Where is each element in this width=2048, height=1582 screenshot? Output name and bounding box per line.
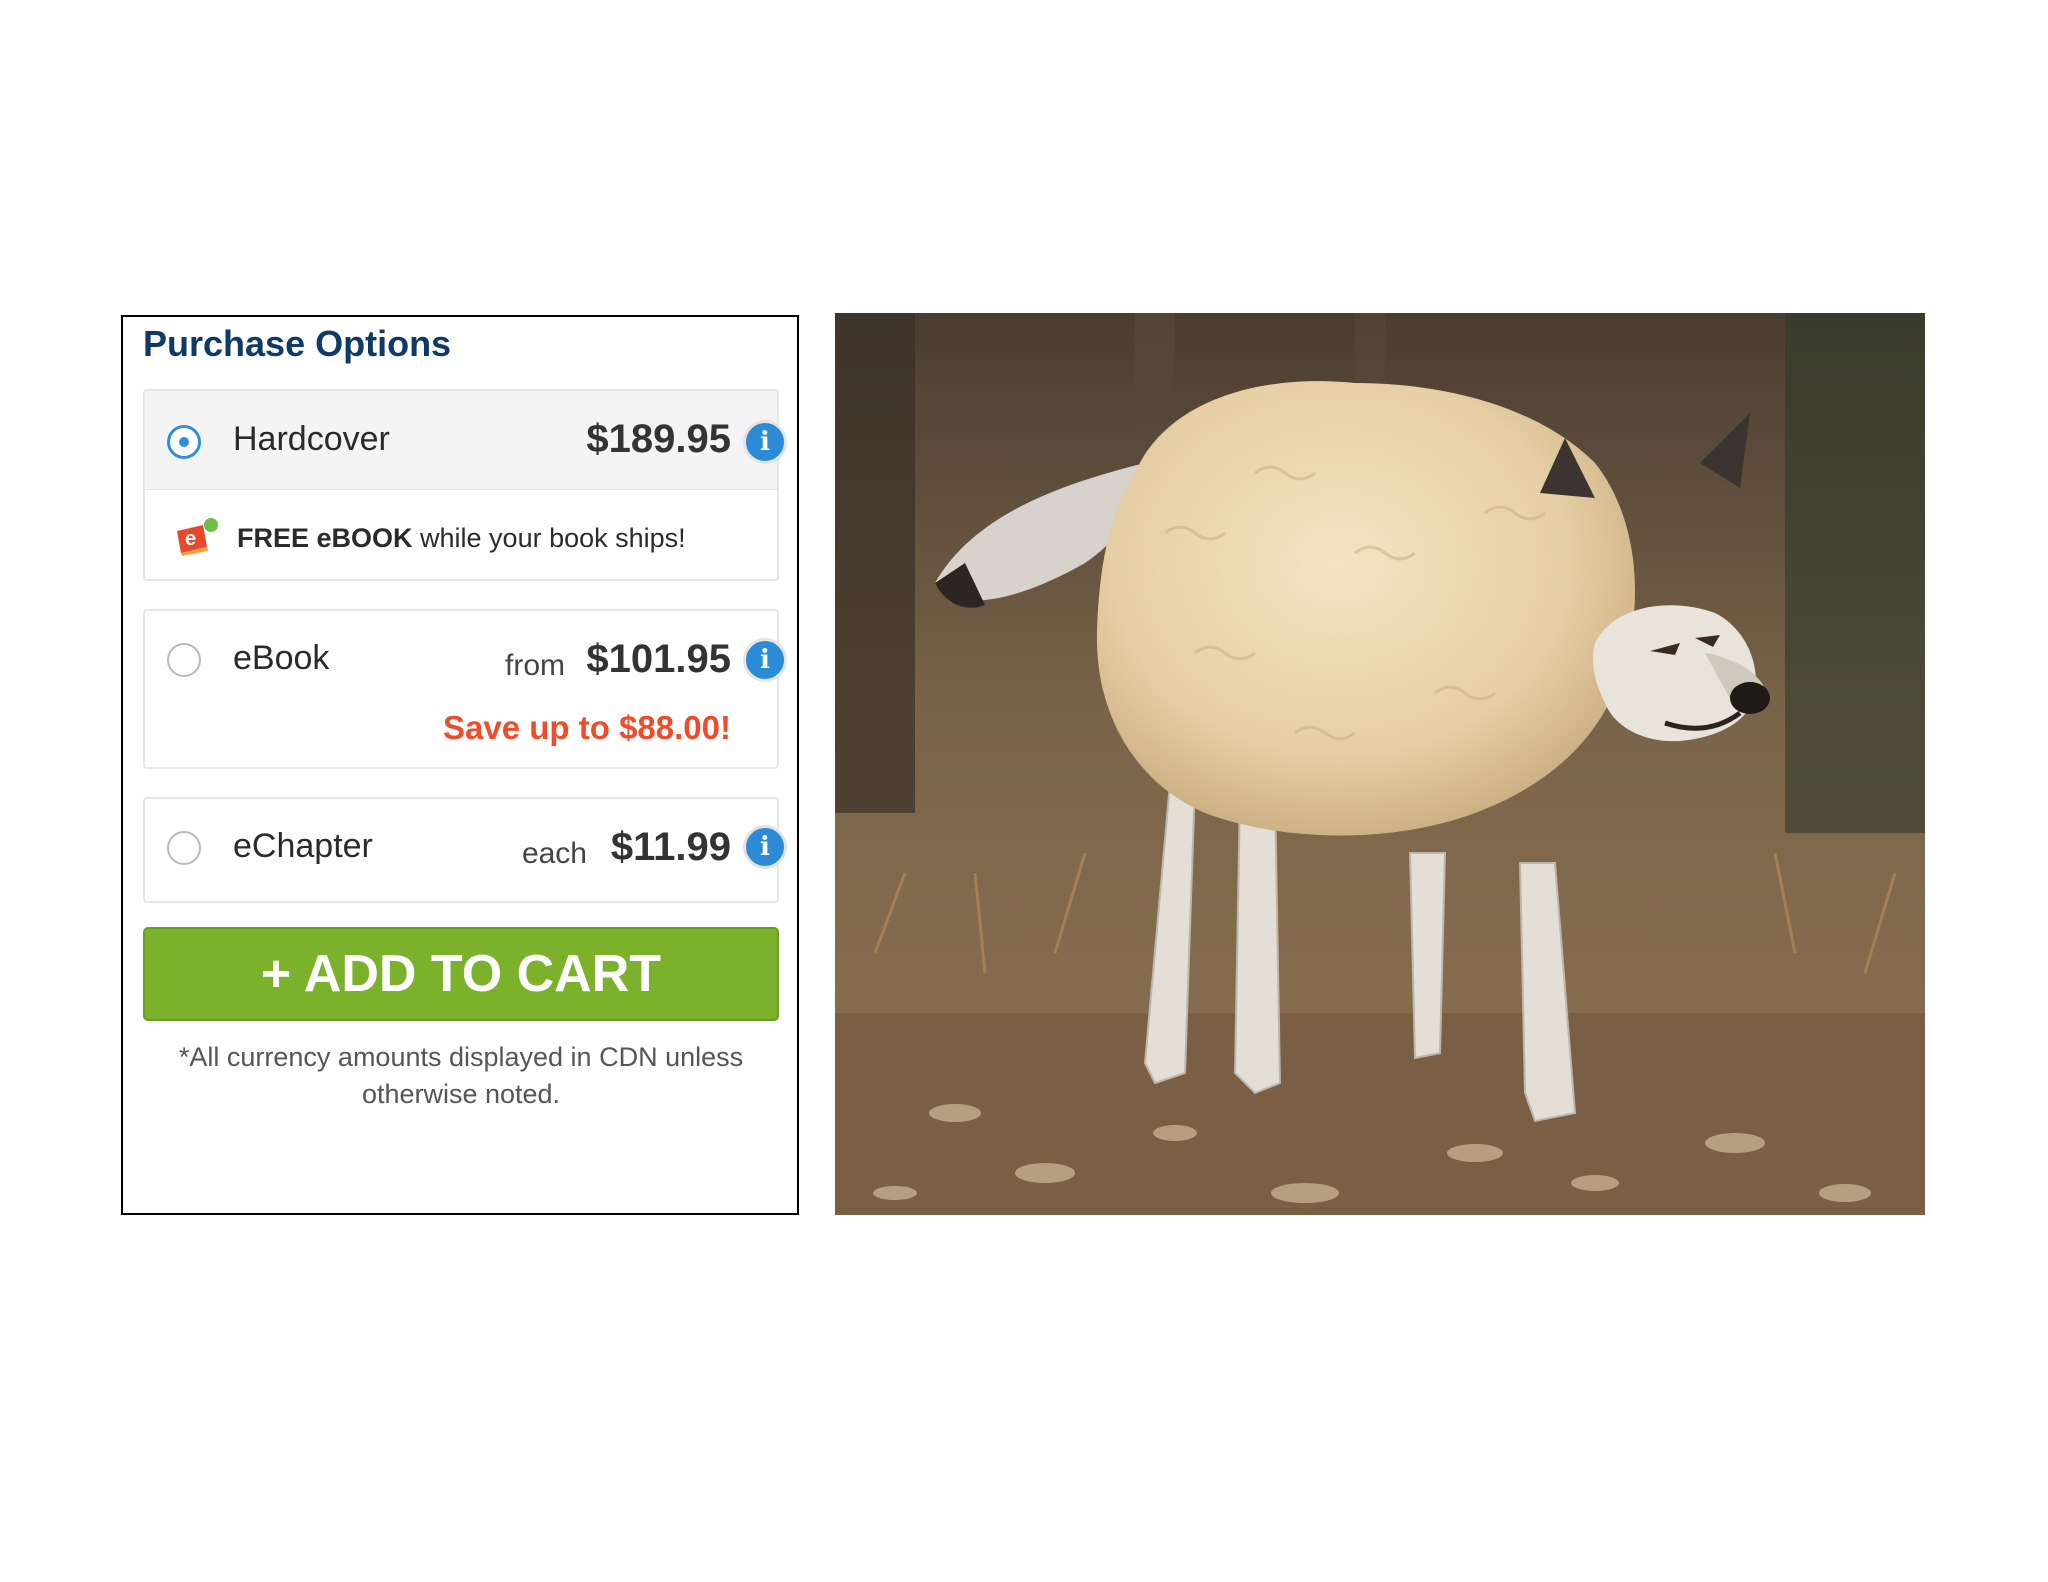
ebook-icon: e <box>177 518 218 556</box>
option-echapter-label: eChapter <box>233 827 373 865</box>
radio-ebook[interactable] <box>167 643 201 677</box>
add-to-cart-button[interactable]: + ADD TO CART <box>143 927 779 1021</box>
option-ebook[interactable]: eBook from $101.95 Save up to $88.00! <box>143 609 779 769</box>
wolf-sheep-illustration <box>835 313 1925 1215</box>
option-hardcover-header[interactable]: Hardcover $189.95 <box>145 391 777 490</box>
radio-echapter[interactable] <box>167 831 201 865</box>
option-ebook-label: eBook <box>233 639 330 677</box>
promo-text: FREE eBOOK while your book ships! <box>237 523 686 554</box>
promo-bold: FREE eBOOK <box>237 523 413 553</box>
option-ebook-price: $101.95 <box>586 637 731 681</box>
option-echapter-each: each <box>521 837 587 870</box>
option-echapter-price: $11.99 <box>610 825 731 869</box>
info-icon-hardcover[interactable]: i <box>743 420 787 464</box>
promo-rest: while your book ships! <box>412 523 686 553</box>
option-hardcover-label: Hardcover <box>233 420 390 458</box>
option-ebook-from: from <box>505 649 565 682</box>
svg-text:e: e <box>185 528 196 550</box>
radio-hardcover[interactable] <box>167 425 201 459</box>
info-icon-ebook[interactable]: i <box>743 638 787 682</box>
option-hardcover-price: $189.95 <box>586 417 731 461</box>
wolf-in-sheep-clothing-photo <box>835 313 1925 1215</box>
purchase-options-panel: Purchase Options Hardcover $189.95 e FRE… <box>121 315 799 1215</box>
panel-title: Purchase Options <box>143 323 452 364</box>
option-hardcover[interactable]: Hardcover $189.95 e FREE eBOOK while you… <box>143 389 779 581</box>
option-ebook-savings: Save up to $88.00! <box>443 709 731 746</box>
free-ebook-promo: e FREE eBOOK while your book ships! <box>145 491 777 581</box>
currency-note: *All currency amounts displayed in CDN u… <box>178 1042 744 1109</box>
option-echapter[interactable]: eChapter each $11.99 <box>143 797 779 903</box>
info-icon-echapter[interactable]: i <box>743 825 787 869</box>
